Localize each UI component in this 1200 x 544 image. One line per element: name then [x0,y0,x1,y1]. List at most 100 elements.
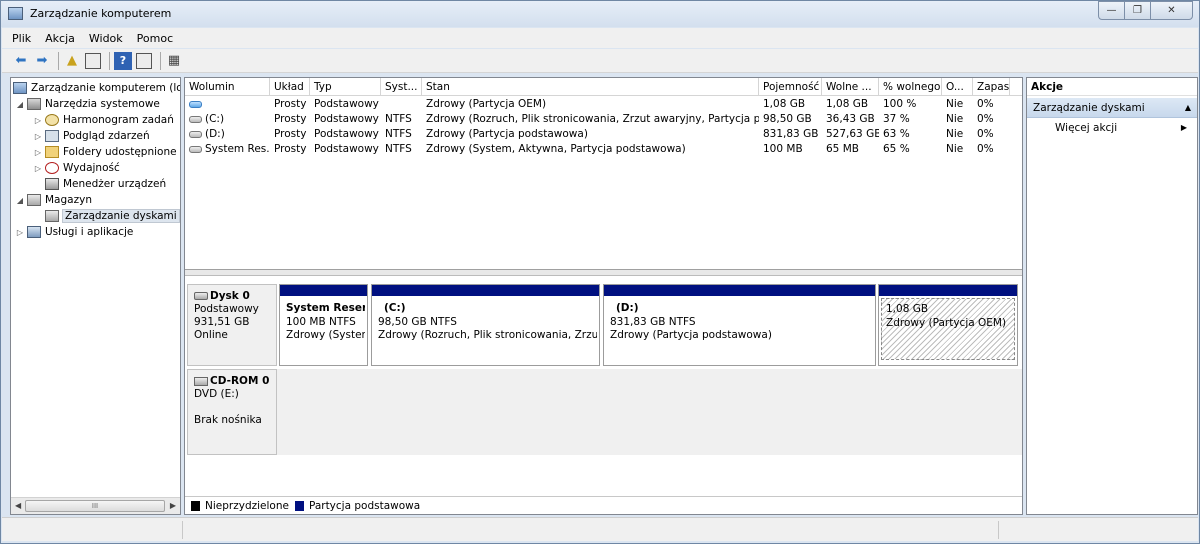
legend-swatch-primary [294,500,304,511]
column-header-procent-wolnego[interactable]: % wolnego [879,78,942,96]
cdrom-status: Brak nośnika [194,414,262,426]
computer-management-icon [13,82,27,94]
partition-name: System Reserve [286,302,365,314]
partition-system-reserved[interactable]: System Reserve 100 MB NTFS Zdrowy (Syste… [279,284,368,366]
toolbar-separator [58,51,59,70]
collapse-icon[interactable]: ◢ [15,100,25,109]
menu-akcja[interactable]: Akcja [45,32,75,45]
window-title: Zarządzanie komputerem [30,7,172,20]
back-arrow-icon[interactable]: ⬅ [12,52,30,70]
tree-horizontal-scrollbar[interactable]: ◀ III ▶ [11,497,180,514]
toolbar-separator [109,51,110,70]
volume-row[interactable]: (C:) Prosty Podstawowy NTFS Zdrowy (Rozr… [185,112,1022,127]
partition-oem[interactable]: 1,08 GB Zdrowy (Partycja OEM) [878,284,1018,366]
partition-d[interactable]: (D:) 831,83 GB NTFS Zdrowy (Partycja pod… [603,284,876,366]
column-header-stan[interactable]: Stan [422,78,759,96]
actions-title: Akcje [1027,78,1197,96]
volume-disk-icon [189,145,202,153]
status-separator [182,521,183,539]
menu-pomoc[interactable]: Pomoc [137,32,173,45]
close-button[interactable]: ✕ [1150,1,1193,20]
cdrom-type: DVD (E:) [194,388,239,400]
column-header-system-plikow[interactable]: Syst... [381,78,422,96]
volume-disk-icon [189,100,202,108]
expand-icon[interactable]: ▷ [15,228,25,237]
collapse-section-icon[interactable]: ▲ [1185,98,1191,118]
minimize-icon: — [1106,5,1117,16]
restore-button[interactable]: ❐ [1124,1,1151,20]
tree-item-menedzer-urzadzen[interactable]: Menedżer urządzeń [43,176,166,192]
volume-list: Wolumin Układ Typ Syst... Stan Pojemność… [185,78,1022,270]
partition-color-bar [280,285,367,296]
tree-item-magazyn[interactable]: ◢ Magazyn [15,192,92,208]
column-header-wolne[interactable]: Wolne ... [822,78,879,96]
tree-item-wydajnosc[interactable]: ▷ Wydajność [33,160,120,176]
app-window: Zarządzanie komputerem — ❐ ✕ Plik Akcja … [0,0,1200,544]
tree-item-harmonogram-zadan[interactable]: ▷ Harmonogram zadań [33,112,174,128]
restore-icon: ❐ [1133,5,1142,16]
status-separator [998,521,999,539]
column-header-zapas[interactable]: Zapas [973,78,1010,96]
column-header-typ[interactable]: Typ [310,78,381,96]
disk-size: 931,51 GB [194,316,250,328]
title-bar[interactable]: Zarządzanie komputerem — ❐ ✕ [1,1,1199,27]
disk-name: Dysk 0 [210,290,250,302]
legend-label-primary: Partycja podstawowa [308,499,421,512]
legend-swatch-unallocated [191,500,200,511]
actions-section-disk-management[interactable]: Zarządzanie dyskami ▲ [1027,98,1197,118]
collapse-icon[interactable]: ◢ [15,196,25,205]
scroll-thumb[interactable]: III [25,500,165,512]
expand-icon[interactable]: ▷ [33,164,43,173]
partition-size: 831,83 GB NTFS [610,315,696,328]
close-icon: ✕ [1167,5,1176,16]
tree-item-root[interactable]: Zarządzanie komputerem (lokalne) [13,80,180,96]
tree-item-uslugi-i-aplikacje[interactable]: ▷ Usługi i aplikacje [15,224,133,240]
column-header-uklad[interactable]: Układ [270,78,310,96]
disk-0-label[interactable]: Dysk 0 Podstawowy 931,51 GB Online [187,284,277,366]
cdrom-media-area [277,369,1022,455]
scroll-left-icon[interactable]: ◀ [15,501,21,510]
menu-plik[interactable]: Plik [12,32,31,45]
event-viewer-icon [45,130,59,142]
forward-arrow-icon[interactable]: ➡ [33,52,51,70]
disk-status: Online [194,329,228,341]
show-hide-tree-icon[interactable] [84,52,102,70]
partition-color-bar [604,285,875,296]
scroll-right-icon[interactable]: ▶ [170,501,176,510]
volume-row[interactable]: (D:) Prosty Podstawowy NTFS Zdrowy (Part… [185,127,1022,142]
actions-pane: Akcje Zarządzanie dyskami ▲ Więcej akcji… [1026,77,1198,515]
expand-icon[interactable]: ▷ [33,116,43,125]
column-header-wolumin[interactable]: Wolumin [185,78,270,96]
partition-color-bar [879,285,1017,296]
help-icon[interactable]: ? [114,51,132,70]
hard-disk-icon [194,292,208,300]
minimize-button[interactable]: — [1098,1,1125,20]
storage-icon [27,194,41,206]
partition-name: (C:) [384,302,406,314]
expand-icon[interactable]: ▷ [33,132,43,141]
tree-item-narzedzia-systemowe[interactable]: ◢ Narzędzia systemowe [15,96,160,112]
tree-item-zarzadzanie-dyskami[interactable]: Zarządzanie dyskami [43,208,180,224]
menu-bar: Plik Akcja Widok Pomoc [2,28,1198,48]
properties-icon[interactable]: ▦ [165,52,183,70]
submenu-arrow-icon: ▶ [1180,123,1187,132]
partition-size: 1,08 GB [886,303,929,315]
partition-status: Zdrowy (System, [286,329,365,341]
tree-item-podglad-zdarzen[interactable]: ▷ Podgląd zdarzeń [33,128,150,144]
expand-icon[interactable]: ▷ [33,148,43,157]
volume-row[interactable]: System Res... Prosty Podstawowy NTFS Zdr… [185,142,1022,157]
console-tree: Zarządzanie komputerem (lokalne) ◢ Narzę… [10,77,181,515]
partition-c[interactable]: (C:) 98,50 GB NTFS Zdrowy (Rozruch, Plik… [371,284,600,366]
services-icon [27,226,41,238]
action-more-actions[interactable]: Więcej akcji ▶ [1027,118,1197,138]
menu-widok[interactable]: Widok [89,32,123,45]
column-header-pojemnosc[interactable]: Pojemność [759,78,822,96]
tree-item-foldery-udostepnione[interactable]: ▷ Foldery udostępnione [33,144,177,160]
column-header-odpornosc[interactable]: O... [942,78,973,96]
partition-status: Zdrowy (Partycja podstawowa) [610,329,772,341]
show-hide-action-pane-icon[interactable] [135,52,153,70]
cdrom-0-label[interactable]: CD-ROM 0 DVD (E:) Brak nośnika [187,369,277,455]
up-folder-icon[interactable]: ▲ [63,52,81,70]
partition-status: Zdrowy (Partycja OEM) [886,316,1007,329]
volume-row[interactable]: Prosty Podstawowy Zdrowy (Partycja OEM) … [185,97,1022,112]
